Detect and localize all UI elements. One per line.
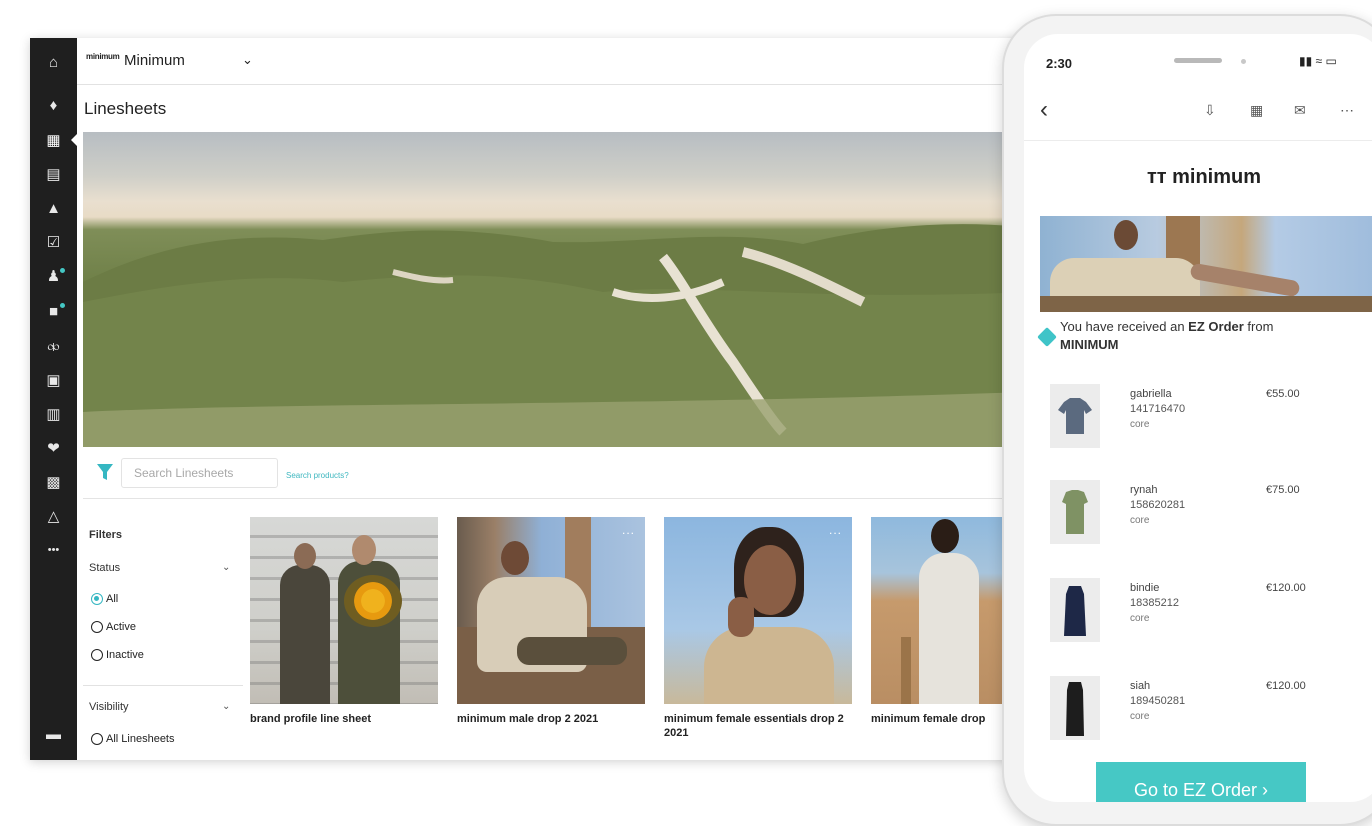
top-bar: minimum Minimum ⌄ — [77, 38, 1030, 85]
item-category: core — [1130, 419, 1150, 430]
back-chevron-icon[interactable]: ‹ — [1040, 96, 1048, 124]
chevron-down-icon[interactable]: ⌄ — [222, 562, 230, 573]
brand-logo: minimum — [86, 52, 120, 61]
discount-icon[interactable]: ⧞ — [30, 334, 77, 358]
search-products-link[interactable]: Search products? — [286, 471, 349, 480]
box-icon[interactable]: ■ — [30, 299, 77, 323]
filters-panel: Filters Status ⌄ All Active Inactive Vis… — [83, 499, 243, 760]
order-item[interactable]: bindie 18385212 core €120.00 — [1050, 578, 1360, 644]
order-item[interactable]: siah 189450281 core €120.00 — [1050, 676, 1360, 742]
item-category: core — [1130, 711, 1150, 722]
product-thumbnail — [1050, 384, 1100, 448]
chevron-down-icon[interactable]: ⌄ — [222, 701, 230, 712]
brand-switcher[interactable]: Minimum — [124, 52, 185, 69]
flag-icon[interactable]: ▬ — [30, 722, 77, 746]
linesheet-icon[interactable]: ▦ — [30, 128, 77, 152]
status-radio-all[interactable]: All — [91, 593, 118, 605]
product-thumbnail — [1050, 676, 1100, 740]
phone-screen: 2:30 ▮▮ ≈ ▭ ‹ ⇩ ▦ ✉ ⋯ ᴛᴛ minimum You hav… — [1024, 34, 1372, 802]
more-options-icon[interactable]: ... — [829, 523, 842, 537]
minimum-logo: ᴛᴛ minimum — [1024, 166, 1372, 189]
visibility-label[interactable]: Visibility — [89, 701, 129, 713]
handshake-icon[interactable]: ❤ — [30, 436, 77, 460]
item-code: 141716470 — [1130, 403, 1186, 415]
item-price: €120.00 — [1266, 680, 1306, 692]
checklist-icon[interactable]: ☑ — [30, 230, 77, 254]
order-item[interactable]: rynah 158620281 core €75.00 — [1050, 480, 1360, 546]
status-time: 2:30 — [1046, 56, 1073, 71]
phone-mockup: 2:30 ▮▮ ≈ ▭ ‹ ⇩ ▦ ✉ ⋯ ᴛᴛ minimum You hav… — [1002, 14, 1372, 826]
item-name: rynah — [1130, 484, 1158, 496]
media-icon[interactable]: ▣ — [30, 368, 77, 392]
item-price: €120.00 — [1266, 582, 1306, 594]
search-input[interactable] — [121, 458, 278, 488]
email-banner-image — [1040, 216, 1372, 312]
logo-text: minimum — [1172, 166, 1262, 188]
divider — [83, 685, 243, 686]
home-icon[interactable]: ⌂ — [30, 50, 77, 74]
mail-toolbar: ‹ ⇩ ▦ ✉ ⋯ — [1024, 90, 1372, 141]
item-price: €55.00 — [1266, 388, 1300, 400]
more-icon[interactable]: ••• — [30, 538, 77, 562]
item-name: gabriella — [1130, 388, 1172, 400]
archive-icon[interactable]: ⇩ — [1204, 102, 1216, 119]
linesheet-title[interactable]: minimum female essentials drop 2 2021 — [664, 712, 852, 740]
camera-dot — [1241, 59, 1246, 64]
sidebar: ⌂ ♦ ▦ ▤ ▲ ☑ ♟ ■ ⧞ ▣ ▥ ❤ ▩ △ ••• ▬ — [30, 38, 77, 760]
more-options-icon[interactable]: ... — [622, 523, 635, 537]
item-code: 158620281 — [1130, 499, 1186, 511]
filters-title: Filters — [89, 529, 123, 541]
linesheet-thumbnail[interactable]: ... — [457, 517, 645, 704]
status-label[interactable]: Status — [89, 562, 120, 574]
item-code: 18385212 — [1130, 597, 1179, 609]
product-thumbnail — [1050, 578, 1100, 642]
visibility-radio-all[interactable]: All Linesheets — [91, 733, 175, 745]
product-thumbnail — [1050, 480, 1100, 544]
linesheet-thumbnail[interactable]: ... — [664, 517, 852, 704]
item-category: core — [1130, 515, 1150, 526]
logo-mark-icon: ᴛᴛ — [1146, 166, 1173, 188]
showroom-icon[interactable]: ▩ — [30, 470, 77, 494]
catalog-icon[interactable]: ▤ — [30, 162, 77, 186]
linesheets-app-window: ⌂ ♦ ▦ ▤ ▲ ☑ ♟ ■ ⧞ ▣ ▥ ❤ ▩ △ ••• ▬ minimu… — [30, 38, 1030, 760]
cube-icon — [1037, 327, 1057, 347]
speaker-grille — [1174, 58, 1222, 63]
trash-icon[interactable]: ▦ — [1250, 102, 1263, 119]
search-row: Search products? — [83, 448, 1030, 499]
item-category: core — [1130, 613, 1150, 624]
analytics-icon[interactable]: ▥ — [30, 402, 77, 426]
linesheet-card[interactable]: ... minimum female essentials drop 2 202… — [664, 517, 852, 740]
linesheet-title[interactable]: brand profile line sheet — [250, 712, 438, 726]
linesheet-card[interactable]: brand profile line sheet — [250, 517, 438, 726]
item-name: bindie — [1130, 582, 1160, 594]
chevron-down-icon[interactable]: ⌄ — [242, 52, 253, 68]
order-message: You have received an EZ Order from MINIM… — [1060, 319, 1274, 352]
users-icon[interactable]: ♟ — [30, 264, 77, 288]
hero-banner-image — [83, 132, 1030, 447]
more-icon[interactable]: ⋯ — [1340, 102, 1354, 119]
go-to-ez-order-button[interactable]: Go to EZ Order › — [1096, 762, 1306, 802]
linesheet-title[interactable]: minimum male drop 2 2021 — [457, 712, 645, 726]
page-title: Linesheets — [84, 99, 167, 118]
signal-wifi-battery-icon: ▮▮ ≈ ▭ — [1299, 54, 1337, 68]
presentation-icon[interactable]: ▲ — [30, 196, 77, 220]
filter-icon[interactable] — [96, 462, 114, 482]
tag-icon[interactable]: ♦ — [30, 93, 77, 117]
item-code: 189450281 — [1130, 695, 1186, 707]
linesheet-card[interactable]: ... minimum male drop 2 2021 — [457, 517, 645, 726]
brand-icon[interactable]: △ — [30, 504, 77, 528]
order-item[interactable]: gabriella 141716470 core €55.00 — [1050, 384, 1360, 450]
item-name: siah — [1130, 680, 1151, 692]
item-price: €75.00 — [1266, 484, 1300, 496]
linesheet-thumbnail[interactable] — [250, 517, 438, 704]
status-radio-inactive[interactable]: Inactive — [91, 649, 144, 661]
mail-icon[interactable]: ✉ — [1294, 102, 1306, 119]
status-radio-active[interactable]: Active — [91, 621, 136, 633]
